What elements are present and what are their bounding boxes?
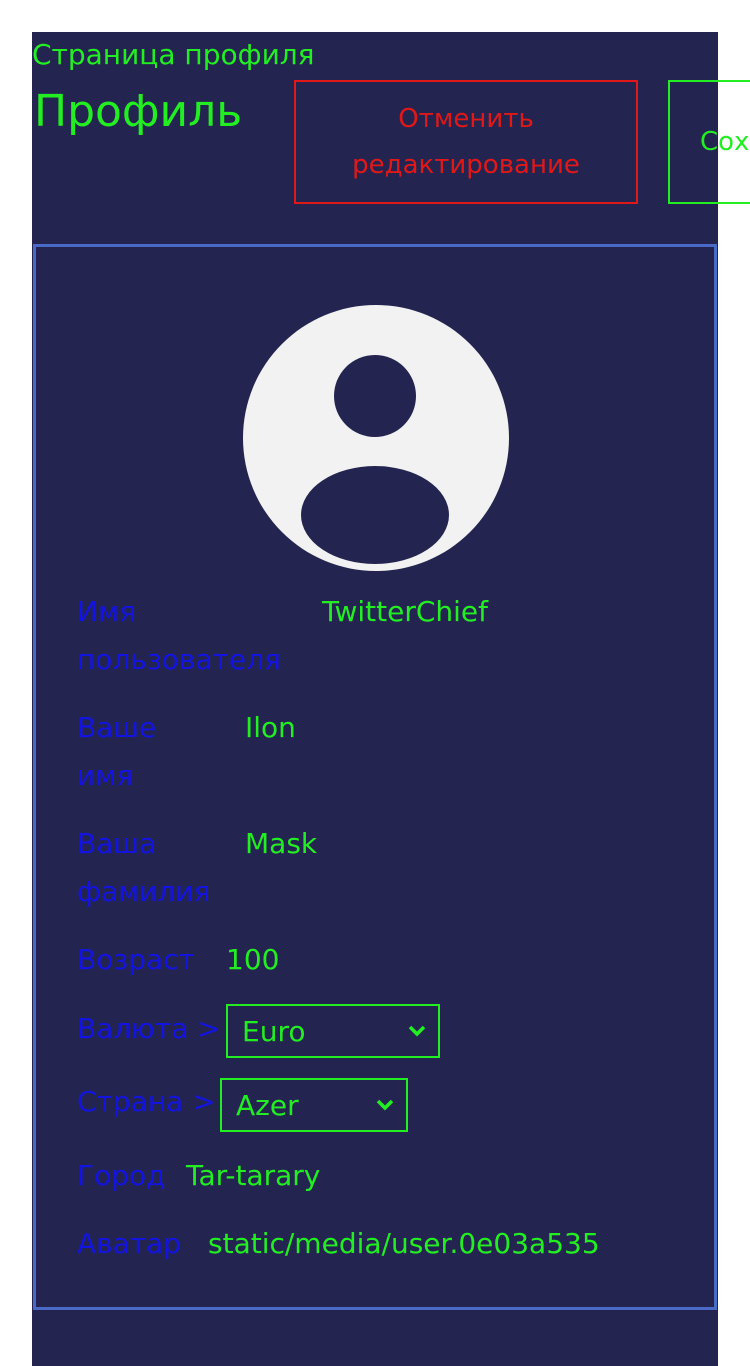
page-label: Страница профиля: [32, 38, 315, 71]
city-label: Город: [77, 1159, 166, 1192]
username-label: Имя пользователя: [77, 595, 281, 676]
currency-label: Валюта >: [77, 1012, 221, 1045]
age-value: 100: [226, 943, 280, 976]
country-label: Страна >: [77, 1085, 216, 1118]
first-name-value: Ilon: [245, 711, 296, 744]
last-name-label: Ваша фамилия: [77, 827, 211, 908]
user-avatar-icon: [243, 305, 509, 571]
first-name-label: Ваше имя: [77, 711, 157, 792]
avatar-label: Аватар: [77, 1227, 182, 1260]
chevron-down-icon: [408, 1025, 426, 1037]
username-value: TwitterChief: [322, 595, 489, 628]
currency-select[interactable]: Euro: [226, 1004, 440, 1058]
age-label: Возраст: [77, 943, 195, 976]
country-select[interactable]: Azer: [220, 1078, 408, 1132]
country-selected-value: Azer: [236, 1088, 299, 1122]
cancel-edit-button[interactable]: Отменить редактирование: [294, 80, 638, 204]
last-name-value: Mask: [245, 827, 318, 860]
save-button[interactable]: Сохранить: [668, 80, 750, 204]
currency-selected-value: Euro: [242, 1014, 306, 1048]
cancel-edit-label: Отменить редактирование: [352, 104, 580, 180]
chevron-down-icon: [376, 1099, 394, 1111]
page-title: Профиль: [34, 86, 243, 137]
save-label: Сохранить: [700, 127, 750, 157]
avatar-path-value: static/media/user.0e03a535: [208, 1227, 600, 1260]
city-value: Tar-tarary: [186, 1159, 321, 1192]
